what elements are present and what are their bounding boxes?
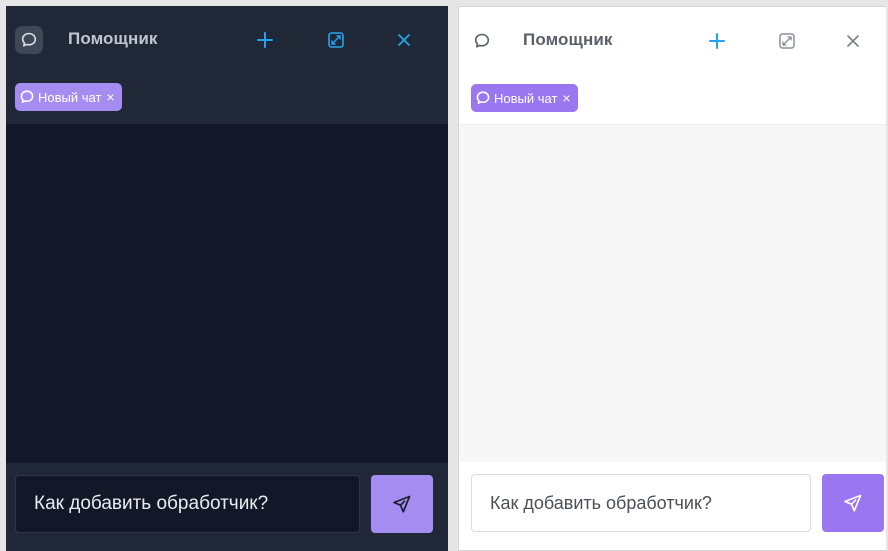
chat-tab[interactable]: Новый чат × (15, 83, 122, 111)
chat-tab[interactable]: Новый чат × (471, 84, 578, 112)
expand-button[interactable] (773, 27, 801, 55)
new-chat-button[interactable] (703, 27, 731, 55)
chat-tabs: Новый чат × (459, 75, 886, 125)
chat-bubble-icon (476, 91, 490, 104)
send-button[interactable] (371, 475, 433, 533)
close-button[interactable] (390, 26, 418, 54)
send-button[interactable] (822, 474, 884, 532)
expand-icon (328, 32, 344, 48)
composer (6, 463, 448, 551)
message-input[interactable] (471, 474, 811, 532)
assistant-panel-dark: Помощник Новый чат × (6, 6, 448, 551)
composer (459, 462, 886, 550)
panel-header: Помощник (459, 7, 886, 75)
messages-area (6, 124, 448, 463)
plus-icon (709, 33, 725, 49)
panel-title: Помощник (68, 29, 158, 48)
chat-tab-label: Новый чат (494, 90, 558, 106)
chat-bubble-icon (20, 90, 34, 103)
close-tab-icon[interactable]: × (562, 91, 570, 105)
panel-title: Помощник (523, 30, 613, 49)
close-button[interactable] (839, 27, 867, 55)
send-icon (393, 495, 411, 513)
chat-tab-label: Новый чат (38, 89, 102, 105)
close-icon (398, 34, 410, 46)
assistant-panel-light: Помощник Новый чат × (458, 6, 886, 551)
close-tab-icon[interactable]: × (106, 90, 114, 104)
chat-bubble-icon (15, 26, 43, 54)
expand-button[interactable] (322, 26, 350, 54)
expand-icon (779, 33, 795, 49)
chat-bubble-icon (468, 27, 496, 55)
close-icon (847, 35, 859, 47)
message-input[interactable] (15, 475, 360, 533)
new-chat-button[interactable] (251, 26, 279, 54)
plus-icon (257, 32, 273, 48)
messages-area (459, 125, 886, 462)
send-icon (844, 494, 862, 512)
chat-tabs: Новый чат × (6, 74, 448, 124)
panel-header: Помощник (6, 6, 448, 74)
